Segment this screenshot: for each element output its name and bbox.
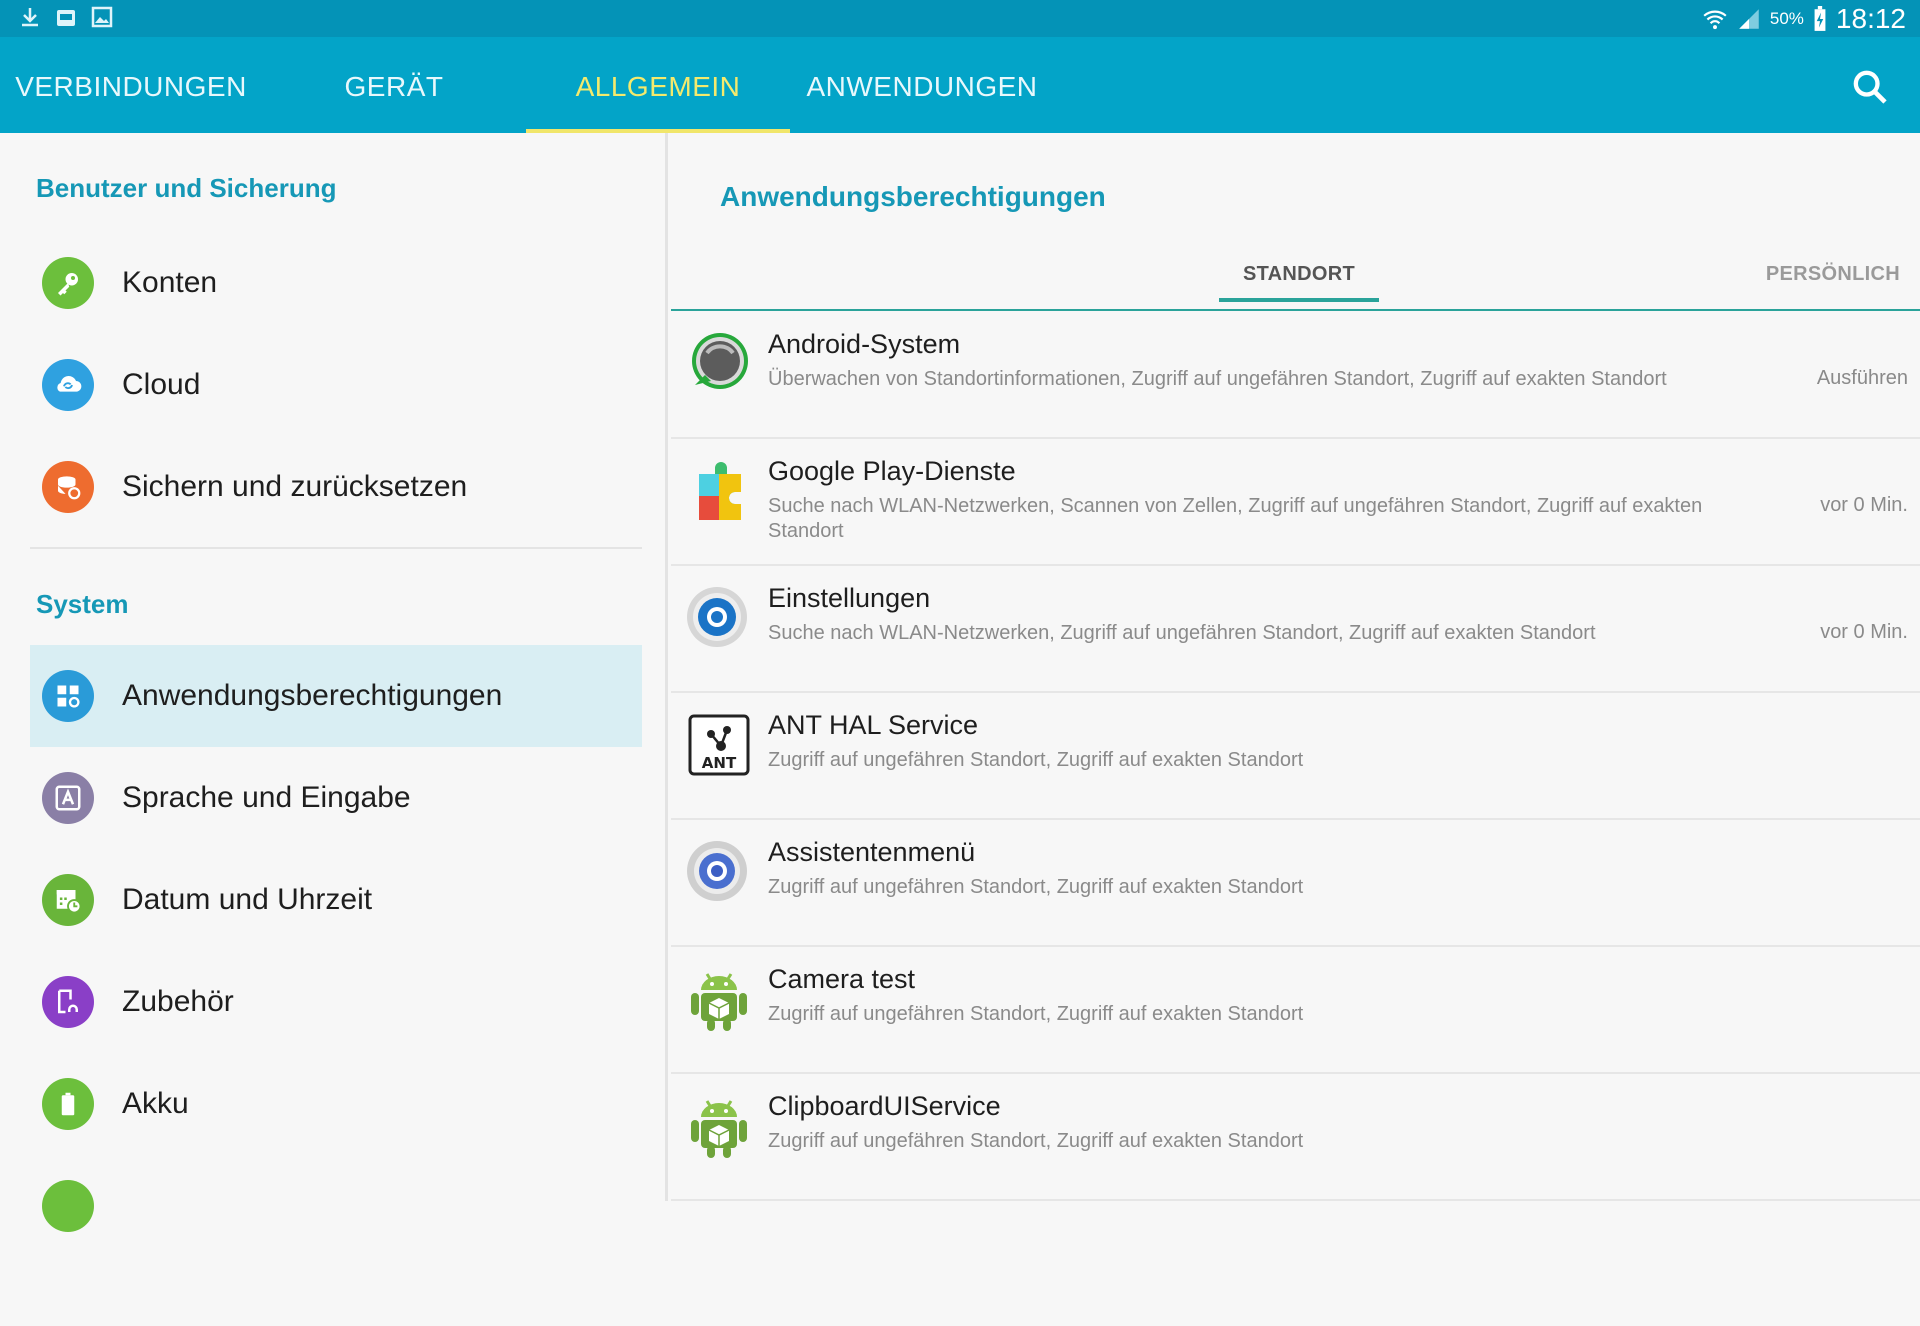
settings-tab-bar: VERBINDUNGEN GERÄT ALLGEMEIN ANWENDUNGEN [0, 37, 1920, 133]
assistant-gear-icon [687, 841, 747, 901]
menu-item-cloud[interactable]: Cloud [30, 334, 642, 436]
menu-item-next-partial[interactable] [30, 1155, 642, 1257]
language-input-icon [42, 772, 94, 824]
download-icon [22, 8, 38, 27]
menu-item-sichern[interactable]: Sichern und zurücksetzen [30, 436, 642, 538]
app-name: Android-System [768, 329, 961, 359]
menu-item-anwendungsberechtigungen[interactable]: Anwendungsberechtigungen [30, 645, 642, 747]
menu-label-konten: Konten [122, 266, 218, 299]
menu-item-konten[interactable]: Konten [30, 232, 642, 334]
app-row-assistentenmenue[interactable]: Assistentenmenü Zugriff auf ungefähren S… [671, 819, 1920, 947]
menu-label-datum: Datum und Uhrzeit [122, 883, 373, 916]
tab-anwendungen[interactable]: ANWENDUNGEN [790, 37, 1054, 133]
app-permissions-desc: Zugriff auf ungefähren Standort, Zugriff… [768, 876, 1304, 898]
app-permissions-desc: Zugriff auf ungefähren Standort, Zugriff… [768, 1003, 1304, 1025]
svg-text:ANT: ANT [702, 754, 737, 772]
menu-label-anwendungsberechtigungen: Anwendungsberechtigungen [122, 679, 503, 712]
app-name: Camera test [768, 964, 916, 994]
app-row-android-system[interactable]: Android-System Überwachen von Standortin… [671, 311, 1920, 439]
search-icon[interactable] [1850, 67, 1890, 107]
wifi-icon [1703, 10, 1727, 30]
tab-verbindungen[interactable]: VERBINDUNGEN [0, 37, 262, 133]
clock: 18:12 [1835, 3, 1906, 34]
tab-geraet[interactable]: GERÄT [262, 37, 526, 133]
battery-charging-icon [1814, 6, 1826, 31]
permission-subtabs: STANDORT PERSÖNLICH [671, 253, 1920, 311]
app-row-partial[interactable] [671, 1200, 1920, 1326]
app-permissions-desc: Überwachen von Standortinformationen, Zu… [768, 368, 1667, 390]
menu-label-cloud: Cloud [122, 368, 201, 401]
power-saving-icon [42, 1180, 94, 1232]
menu-label-zubehoer: Zubehör [122, 985, 234, 1018]
settings-gear-icon [687, 587, 747, 647]
android-robot-icon [691, 973, 747, 1031]
backup-restore-icon [42, 461, 94, 513]
status-bar: 50% 18:12 [0, 0, 1920, 37]
app-row-einstellungen[interactable]: Einstellungen Suche nach WLAN-Netzwerken… [671, 565, 1920, 693]
subtab-persoenlich[interactable]: PERSÖNLICH [1766, 263, 1900, 286]
menu-item-sprache[interactable]: Sprache und Eingabe [30, 747, 642, 849]
settings-category-list: Benutzer und Sicherung Konten Cloud Sich… [0, 133, 668, 1232]
app-permissions-desc: Suche nach WLAN-Netzwerken, Scannen von … [768, 495, 1703, 542]
app-name: Google Play-Dienste [768, 456, 1016, 486]
android-robot-icon [691, 1100, 747, 1158]
date-time-icon [42, 874, 94, 926]
page-title: Anwendungsberechtigungen [720, 181, 1106, 212]
signal-icon [1739, 9, 1759, 29]
subtab-standort[interactable]: STANDORT [1218, 263, 1380, 302]
app-last-used: vor 0 Min. [1820, 494, 1908, 516]
app-permissions-icon [42, 670, 94, 722]
app-name: ClipboardUIService [768, 1091, 1001, 1121]
app-name: ANT HAL Service [768, 710, 979, 740]
ant-icon: ANT [688, 714, 750, 776]
tab-allgemein[interactable]: ALLGEMEIN [526, 37, 790, 133]
section-divider [30, 547, 642, 549]
app-last-used: vor 0 Min. [1820, 621, 1908, 643]
app-permissions-desc: Zugriff auf ungefähren Standort, Zugriff… [768, 1130, 1304, 1152]
app-row-ant-hal-service[interactable]: ANT ANT HAL Service Zugriff auf ungefähr… [671, 692, 1920, 820]
store-icon [57, 10, 75, 26]
battery-percent: 50% [1769, 9, 1804, 28]
menu-item-zubehoer[interactable]: Zubehör [30, 951, 642, 1053]
android-system-icon [692, 333, 748, 389]
app-row-camera-test[interactable]: Camera test Zugriff auf ungefähren Stand… [671, 946, 1920, 1074]
section-title-benutzer: Benutzer und Sicherung [36, 173, 337, 203]
accessories-icon [42, 976, 94, 1028]
battery-icon [42, 1078, 94, 1130]
menu-label-sprache: Sprache und Eingabe [122, 781, 411, 814]
gallery-icon [91, 6, 113, 28]
key-icon [42, 257, 94, 309]
section-title-system: System [36, 589, 129, 619]
cloud-icon [42, 359, 94, 411]
app-last-used: Ausführen [1816, 367, 1908, 389]
menu-item-akku[interactable]: Akku [30, 1053, 642, 1155]
app-row-clipboarduiservice[interactable]: ClipboardUIService Zugriff auf ungefähre… [671, 1073, 1920, 1201]
app-name: Assistentenmenü [768, 837, 976, 867]
app-permissions-desc: Suche nach WLAN-Netzwerken, Zugriff auf … [768, 622, 1596, 644]
menu-item-datum[interactable]: Datum und Uhrzeit [30, 849, 642, 951]
app-row-google-play-dienste[interactable]: Google Play-Dienste Suche nach WLAN-Netz… [671, 438, 1920, 566]
app-name: Einstellungen [768, 583, 931, 613]
app-permissions-desc: Zugriff auf ungefähren Standort, Zugriff… [768, 749, 1304, 771]
app-permissions-panel: Anwendungsberechtigungen STANDORT PERSÖN… [671, 133, 1920, 1201]
menu-label-akku: Akku [122, 1087, 189, 1120]
google-play-services-icon [699, 462, 741, 520]
menu-label-sichern: Sichern und zurücksetzen [122, 470, 468, 503]
